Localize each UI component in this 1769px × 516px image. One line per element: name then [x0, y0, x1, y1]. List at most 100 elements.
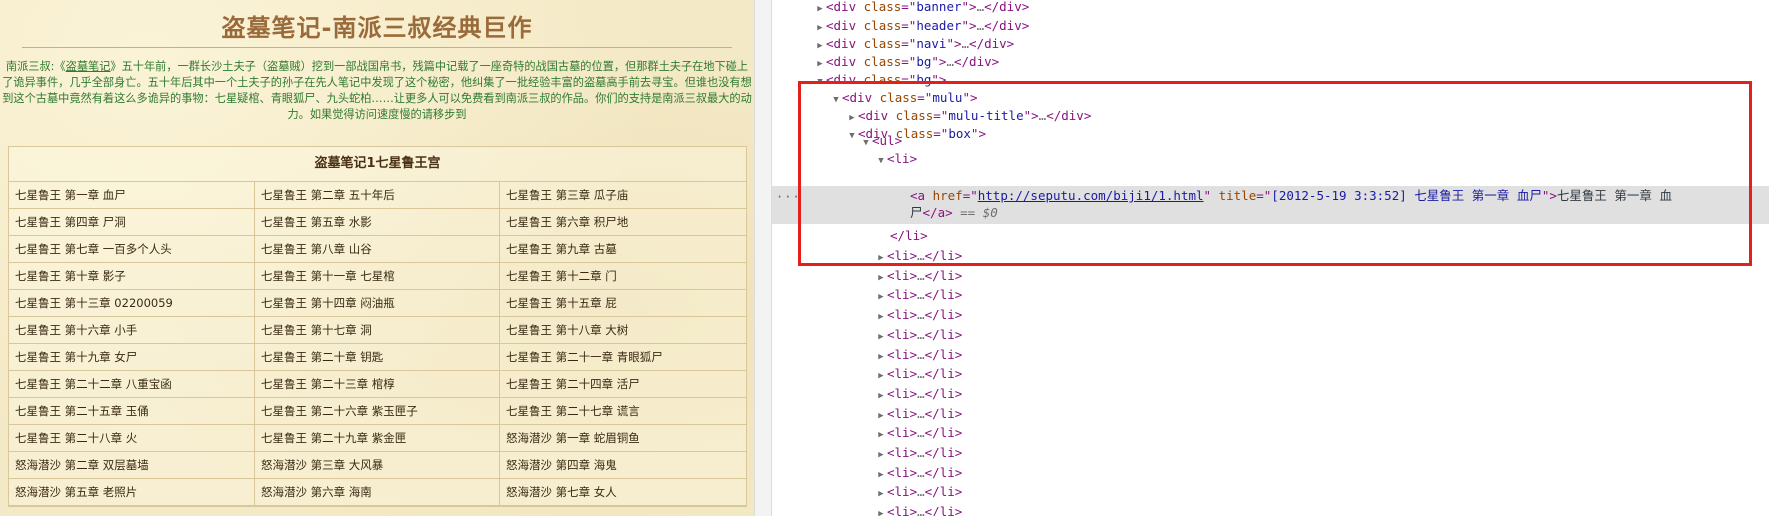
chapter-link[interactable]: 七星鲁王 第二十六章 紫玉匣子	[261, 404, 418, 418]
chapter-link[interactable]: 怒海潜沙 第一章 蛇眉铜鱼	[506, 431, 640, 445]
dom-node-div-navi[interactable]: ▶ <div class="navi">…</div>	[772, 34, 1769, 54]
chapter-link[interactable]: 七星鲁王 第十九章 女尸	[15, 350, 137, 364]
page-title: 盗墓笔记-南派三叔经典巨作	[221, 14, 533, 42]
chapter-item: 七星鲁王 第三章 瓜子庙	[500, 182, 746, 209]
directory-title: 盗墓笔记1七星鲁王宫	[9, 147, 746, 182]
chapter-link[interactable]: 七星鲁王 第八章 山谷	[261, 242, 372, 256]
dom-node-li-collapsed[interactable]: ▶ <li>…</li>	[772, 463, 1769, 483]
chapter-directory: 盗墓笔记1七星鲁王宫 七星鲁王 第一章 血尸 七星鲁王 第二章 五十年后 七星鲁王 …	[8, 146, 747, 507]
chapter-link[interactable]: 七星鲁王 第十五章 屁	[506, 296, 617, 310]
chapter-item: 七星鲁王 第十九章 女尸	[9, 344, 255, 371]
collapse-triangle-icon[interactable]: ▶	[875, 504, 887, 516]
chapter-link[interactable]: 七星鲁王 第二十八章 火	[15, 431, 137, 445]
web-page-view: 盗墓笔记-南派三叔经典巨作 南派三叔:《盗墓笔记》五十年前，一群长沙土夫子（盗墓…	[0, 0, 754, 516]
chapter-link[interactable]: 七星鲁王 第六章 积尸地	[506, 215, 628, 229]
chapter-item: 七星鲁王 第六章 积尸地	[500, 209, 746, 236]
chapter-item: 七星鲁王 第十一章 七星棺	[255, 263, 500, 290]
chapter-link[interactable]: 七星鲁王 第四章 尸洞	[15, 215, 126, 229]
chapter-link[interactable]: 七星鲁王 第二十五章 玉俑	[15, 404, 149, 418]
title-divider	[22, 47, 732, 48]
chapter-item: 七星鲁王 第二十九章 紫金匣	[255, 425, 500, 452]
chapter-item: 怒海潜沙 第四章 海鬼	[500, 452, 746, 479]
devtools-elements-panel: ▶ <div class="banner">…</div> ▶ <div class=…	[772, 0, 1769, 516]
chapter-item: 七星鲁王 第十二章 门	[500, 263, 746, 290]
chapter-item: 七星鲁王 第二十四章 活尸	[500, 371, 746, 398]
chapter-item: 七星鲁王 第二十二章 八重宝函	[9, 371, 255, 398]
chapter-link[interactable]: 怒海潜沙 第四章 海鬼	[506, 458, 617, 472]
chapter-link[interactable]: 七星鲁王 第二十九章 紫金匣	[261, 431, 406, 445]
dom-node-li-collapsed[interactable]: ▶ <li>…</li>	[772, 502, 1769, 516]
panel-splitter[interactable]	[754, 0, 772, 516]
dom-node-li-collapsed[interactable]: ▶ <li>…</li>	[772, 482, 1769, 502]
red-annotation-box	[798, 81, 1752, 266]
chapter-link[interactable]: 怒海潜沙 第三章 大风暴	[261, 458, 383, 472]
dom-node-li-collapsed[interactable]: ▶ <li>…</li>	[772, 266, 1769, 286]
dom-node-li-collapsed[interactable]: ▶ <li>…</li>	[772, 423, 1769, 443]
chapter-item: 七星鲁王 第二十八章 火	[9, 425, 255, 452]
chapter-link[interactable]: 七星鲁王 第三章 瓜子庙	[506, 188, 628, 202]
dom-node-li-collapsed[interactable]: ▶ <li>…</li>	[772, 364, 1769, 384]
dom-node-li-collapsed[interactable]: ▶ <li>…</li>	[772, 404, 1769, 424]
chapter-item: 七星鲁王 第一章 血尸	[9, 182, 255, 209]
chapter-item: 七星鲁王 第二十三章 棺椁	[255, 371, 500, 398]
chapter-link[interactable]: 七星鲁王 第二十三章 棺椁	[261, 377, 395, 391]
chapter-link[interactable]: 七星鲁王 第二十四章 活尸	[506, 377, 640, 391]
chapter-list: 七星鲁王 第一章 血尸 七星鲁王 第二章 五十年后 七星鲁王 第三章 瓜子庙 七星鲁王…	[9, 182, 746, 506]
dom-node-div-banner[interactable]: ▶ <div class="banner">…</div>	[772, 0, 1769, 17]
chapter-link[interactable]: 七星鲁王 第七章 一百多个人头	[15, 242, 172, 256]
chapter-link[interactable]: 怒海潜沙 第六章 海南	[261, 485, 372, 499]
dom-node-li-collapsed[interactable]: ▶ <li>…</li>	[772, 384, 1769, 404]
chapter-link[interactable]: 七星鲁王 第二十章 钥匙	[261, 350, 383, 364]
chapter-item: 七星鲁王 第十章 影子	[9, 263, 255, 290]
chapter-link[interactable]: 怒海潜沙 第二章 双层墓墙	[15, 458, 149, 472]
chapter-item: 怒海潜沙 第七章 女人	[500, 479, 746, 506]
chapter-item: 七星鲁王 第十七章 洞	[255, 317, 500, 344]
chapter-link[interactable]: 怒海潜沙 第五章 老照片	[15, 485, 137, 499]
chapter-link[interactable]: 七星鲁王 第二章 五十年后	[261, 188, 395, 202]
chapter-link[interactable]: 七星鲁王 第九章 古墓	[506, 242, 617, 256]
chapter-link[interactable]: 怒海潜沙 第七章 女人	[506, 485, 617, 499]
chapter-item: 七星鲁王 第七章 一百多个人头	[9, 236, 255, 263]
chapter-item: 七星鲁王 第十三章 02200059	[9, 290, 255, 317]
chapter-item: 七星鲁王 第二章 五十年后	[255, 182, 500, 209]
chapter-link[interactable]: 七星鲁王 第十章 影子	[15, 269, 126, 283]
chapter-item: 七星鲁王 第十八章 大树	[500, 317, 746, 344]
chapter-link[interactable]: 七星鲁王 第十二章 门	[506, 269, 617, 283]
chapter-link[interactable]: 七星鲁王 第二十七章 谎言	[506, 404, 640, 418]
chapter-item: 七星鲁王 第二十七章 谎言	[500, 398, 746, 425]
chapter-item: 七星鲁王 第二十章 钥匙	[255, 344, 500, 371]
chapter-link[interactable]: 七星鲁王 第一章 血尸	[15, 188, 126, 202]
chapter-item: 怒海潜沙 第三章 大风暴	[255, 452, 500, 479]
chapter-link[interactable]: 七星鲁王 第十七章 洞	[261, 323, 372, 337]
chapter-item: 七星鲁王 第二十五章 玉俑	[9, 398, 255, 425]
chapter-link[interactable]: 七星鲁王 第十六章 小手	[15, 323, 137, 337]
chapter-item: 怒海潜沙 第六章 海南	[255, 479, 500, 506]
dom-node-div-bg[interactable]: ▶ <div class="bg">…</div>	[772, 52, 1769, 72]
dom-node-li-collapsed[interactable]: ▶ <li>…</li>	[772, 325, 1769, 345]
intro-paragraph: 南派三叔:《盗墓笔记》五十年前，一群长沙土夫子（盗墓贼）挖到一部战国帛书，残篇中…	[2, 59, 752, 123]
dom-node-li-collapsed[interactable]: ▶ <li>…</li>	[772, 443, 1769, 463]
chapter-link[interactable]: 七星鲁王 第五章 水影	[261, 215, 372, 229]
chapter-link[interactable]: 七星鲁王 第十三章 02200059	[15, 296, 173, 310]
chapter-link[interactable]: 七星鲁王 第二十一章 青眼狐尸	[506, 350, 663, 364]
chapter-link[interactable]: 七星鲁王 第十四章 闷油瓶	[261, 296, 395, 310]
chapter-item: 七星鲁王 第十六章 小手	[9, 317, 255, 344]
chapter-item: 七星鲁王 第二十六章 紫玉匣子	[255, 398, 500, 425]
chapter-item: 七星鲁王 第十五章 屁	[500, 290, 746, 317]
chapter-item: 七星鲁王 第九章 古墓	[500, 236, 746, 263]
chapter-item: 怒海潜沙 第二章 双层墓墙	[9, 452, 255, 479]
chapter-link[interactable]: 七星鲁王 第十一章 七星棺	[261, 269, 395, 283]
dom-node-li-collapsed[interactable]: ▶ <li>…</li>	[772, 285, 1769, 305]
dom-node-li-collapsed[interactable]: ▶ <li>…</li>	[772, 305, 1769, 325]
dom-node-div-header[interactable]: ▶ <div class="header">…</div>	[772, 16, 1769, 36]
chapter-link[interactable]: 七星鲁王 第二十二章 八重宝函	[15, 377, 172, 391]
chapter-item: 七星鲁王 第五章 水影	[255, 209, 500, 236]
intro-text: 》五十年前，一群长沙土夫子（盗墓贼）挖到一部战国帛书，残篇中记载了一座奇特的战国…	[2, 60, 752, 121]
intro-prefix: 南派三叔:《	[5, 60, 66, 73]
chapter-item: 怒海潜沙 第五章 老照片	[9, 479, 255, 506]
chapter-item: 七星鲁王 第四章 尸洞	[9, 209, 255, 236]
chapter-item: 怒海潜沙 第一章 蛇眉铜鱼	[500, 425, 746, 452]
chapter-link[interactable]: 七星鲁王 第十八章 大树	[506, 323, 628, 337]
intro-book-link[interactable]: 盗墓笔记	[66, 60, 111, 73]
dom-node-li-collapsed[interactable]: ▶ <li>…</li>	[772, 345, 1769, 365]
